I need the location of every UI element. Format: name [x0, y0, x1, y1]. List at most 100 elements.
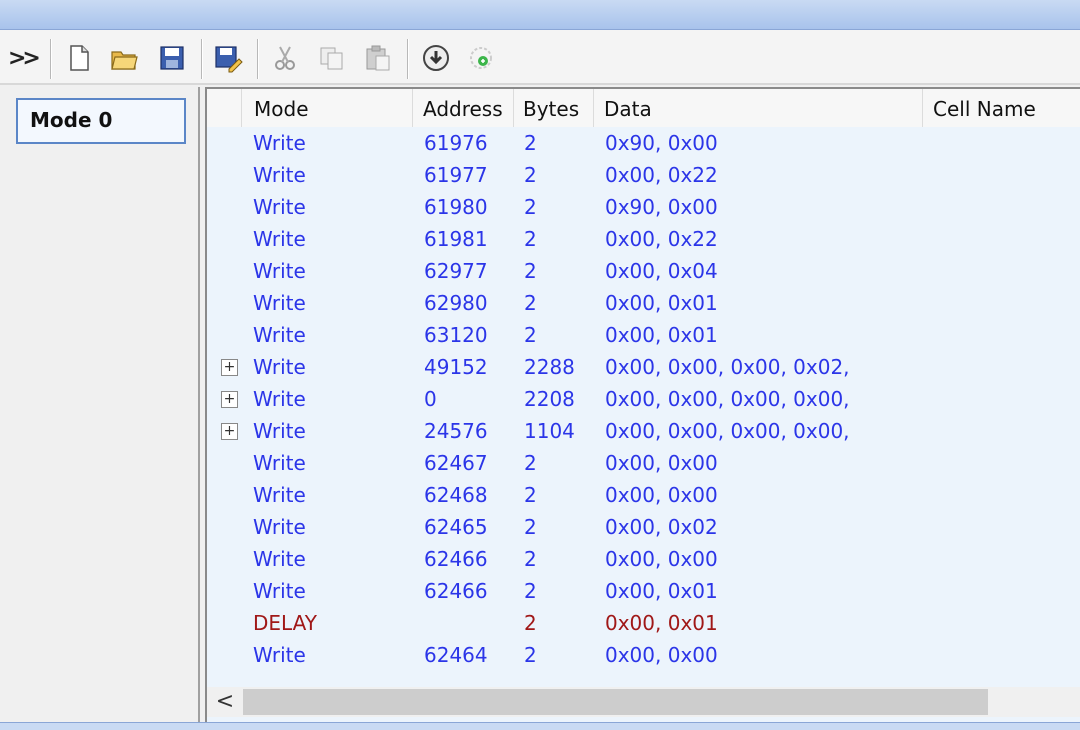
cell-data: 0x00, 0x04 — [605, 259, 718, 283]
cell-mode: Write — [253, 579, 306, 603]
cell-address: 61976 — [424, 131, 488, 155]
cell-mode: Write — [253, 163, 306, 187]
table-row[interactable]: DELAY 2 0x00, 0x01 — [207, 607, 1080, 639]
table-row[interactable]: Write 62466 2 0x00, 0x00 — [207, 543, 1080, 575]
cell-bytes: 2 — [524, 227, 537, 251]
column-header-bytes[interactable]: Bytes — [513, 89, 593, 127]
toolbar-separator — [257, 39, 259, 79]
cell-mode: Write — [253, 483, 306, 507]
cut-icon[interactable] — [268, 40, 302, 76]
scroll-left-arrow-icon[interactable]: < — [213, 689, 237, 715]
paste-icon[interactable] — [361, 40, 395, 76]
table-row[interactable]: Write 61981 2 0x00, 0x22 — [207, 223, 1080, 255]
cell-data: 0x90, 0x00 — [605, 131, 718, 155]
cell-address: 63120 — [424, 323, 488, 347]
cell-bytes: 2 — [524, 611, 537, 635]
cell-address: 49152 — [424, 355, 488, 379]
cell-address: 61977 — [424, 163, 488, 187]
table-row[interactable]: Write 61976 2 0x90, 0x00 — [207, 127, 1080, 159]
scroll-thumb[interactable] — [243, 689, 988, 715]
cell-mode: Write — [253, 259, 306, 283]
cell-address: 24576 — [424, 419, 488, 443]
cell-mode: Write — [253, 451, 306, 475]
table-row[interactable]: Write 62980 2 0x00, 0x01 — [207, 287, 1080, 319]
cell-address: 62980 — [424, 291, 488, 315]
toolbar: >> — [0, 30, 1080, 85]
expand-plus-icon[interactable]: + — [221, 359, 238, 376]
column-header-data[interactable]: Data — [593, 89, 922, 127]
cell-address: 61980 — [424, 195, 488, 219]
expand-plus-icon[interactable]: + — [221, 423, 238, 440]
cell-mode: Write — [253, 387, 306, 411]
cell-bytes: 2 — [524, 131, 537, 155]
horizontal-scrollbar[interactable]: < — [207, 687, 1080, 717]
cell-data: 0x00, 0x22 — [605, 163, 718, 187]
table-row[interactable]: + Write 0 2208 0x00, 0x00, 0x00, 0x00, — [207, 383, 1080, 415]
table-row[interactable]: Write 62464 2 0x00, 0x00 — [207, 639, 1080, 671]
table-row[interactable]: Write 62977 2 0x00, 0x04 — [207, 255, 1080, 287]
copy-icon[interactable] — [315, 40, 349, 76]
cell-bytes: 2 — [524, 643, 537, 667]
expand-plus-icon[interactable]: + — [221, 391, 238, 408]
cell-address: 62468 — [424, 483, 488, 507]
table-row[interactable]: Write 63120 2 0x00, 0x01 — [207, 319, 1080, 351]
cell-mode: Write — [253, 515, 306, 539]
cell-mode: Write — [253, 419, 306, 443]
cell-data: 0x00, 0x00, 0x00, 0x02, — [605, 355, 850, 379]
cell-data: 0x00, 0x00 — [605, 451, 718, 475]
column-header-address[interactable]: Address — [412, 89, 513, 127]
cell-data: 0x00, 0x00 — [605, 483, 718, 507]
cell-mode: Write — [253, 227, 306, 251]
cell-data: 0x00, 0x00 — [605, 643, 718, 667]
column-header-mode[interactable]: Mode — [241, 89, 412, 127]
table-header: Mode Address Bytes Data Cell Name — [207, 89, 1080, 127]
cell-address: 0 — [424, 387, 437, 411]
table-row[interactable]: Write 62467 2 0x00, 0x00 — [207, 447, 1080, 479]
toolbar-separator — [201, 39, 203, 79]
cell-bytes: 2 — [524, 259, 537, 283]
open-folder-icon[interactable] — [107, 40, 141, 76]
save-as-icon[interactable] — [211, 40, 245, 76]
cell-address: 61981 — [424, 227, 488, 251]
refresh-icon[interactable] — [465, 40, 499, 76]
chevron-double-right-icon[interactable]: >> — [8, 46, 41, 71]
table-row[interactable]: + Write 49152 2288 0x00, 0x00, 0x00, 0x02, — [207, 351, 1080, 383]
cell-bytes: 1104 — [524, 419, 575, 443]
cell-mode: Write — [253, 643, 306, 667]
title-bar — [0, 0, 1080, 30]
cell-address: 62464 — [424, 643, 488, 667]
cell-address: 62977 — [424, 259, 488, 283]
column-header-cell-name[interactable]: Cell Name — [922, 89, 1080, 127]
cell-bytes: 2 — [524, 515, 537, 539]
cell-address: 62466 — [424, 579, 488, 603]
toolbar-separator — [407, 39, 409, 79]
table-row[interactable]: Write 62465 2 0x00, 0x02 — [207, 511, 1080, 543]
mode-panel: Mode 0 — [0, 87, 200, 722]
cell-data: 0x00, 0x00, 0x00, 0x00, — [605, 387, 850, 411]
cell-bytes: 2208 — [524, 387, 575, 411]
table-row[interactable]: Write 62466 2 0x00, 0x01 — [207, 575, 1080, 607]
cell-mode: Write — [253, 547, 306, 571]
cell-bytes: 2 — [524, 195, 537, 219]
save-icon[interactable] — [155, 40, 189, 76]
cell-mode: Write — [253, 291, 306, 315]
cell-address: 62465 — [424, 515, 488, 539]
table-row[interactable]: Write 61977 2 0x00, 0x22 — [207, 159, 1080, 191]
cell-bytes: 2 — [524, 291, 537, 315]
register-table: Mode Address Bytes Data Cell Name Write 6… — [205, 87, 1080, 722]
window-bottom-edge — [0, 722, 1080, 730]
table-row[interactable]: Write 62468 2 0x00, 0x00 — [207, 479, 1080, 511]
cell-data: 0x00, 0x00 — [605, 547, 718, 571]
table-row[interactable]: Write 61980 2 0x90, 0x00 — [207, 191, 1080, 223]
cell-address: 62467 — [424, 451, 488, 475]
mode-0-item[interactable]: Mode 0 — [16, 98, 186, 144]
cell-data: 0x00, 0x01 — [605, 611, 718, 635]
cell-data: 0x00, 0x01 — [605, 291, 718, 315]
table-row[interactable]: + Write 24576 1104 0x00, 0x00, 0x00, 0x00, — [207, 415, 1080, 447]
cell-data: 0x90, 0x00 — [605, 195, 718, 219]
cell-bytes: 2 — [524, 451, 537, 475]
cell-bytes: 2 — [524, 579, 537, 603]
cell-bytes: 2 — [524, 323, 537, 347]
download-icon[interactable] — [419, 40, 453, 76]
new-file-icon[interactable] — [62, 40, 96, 76]
